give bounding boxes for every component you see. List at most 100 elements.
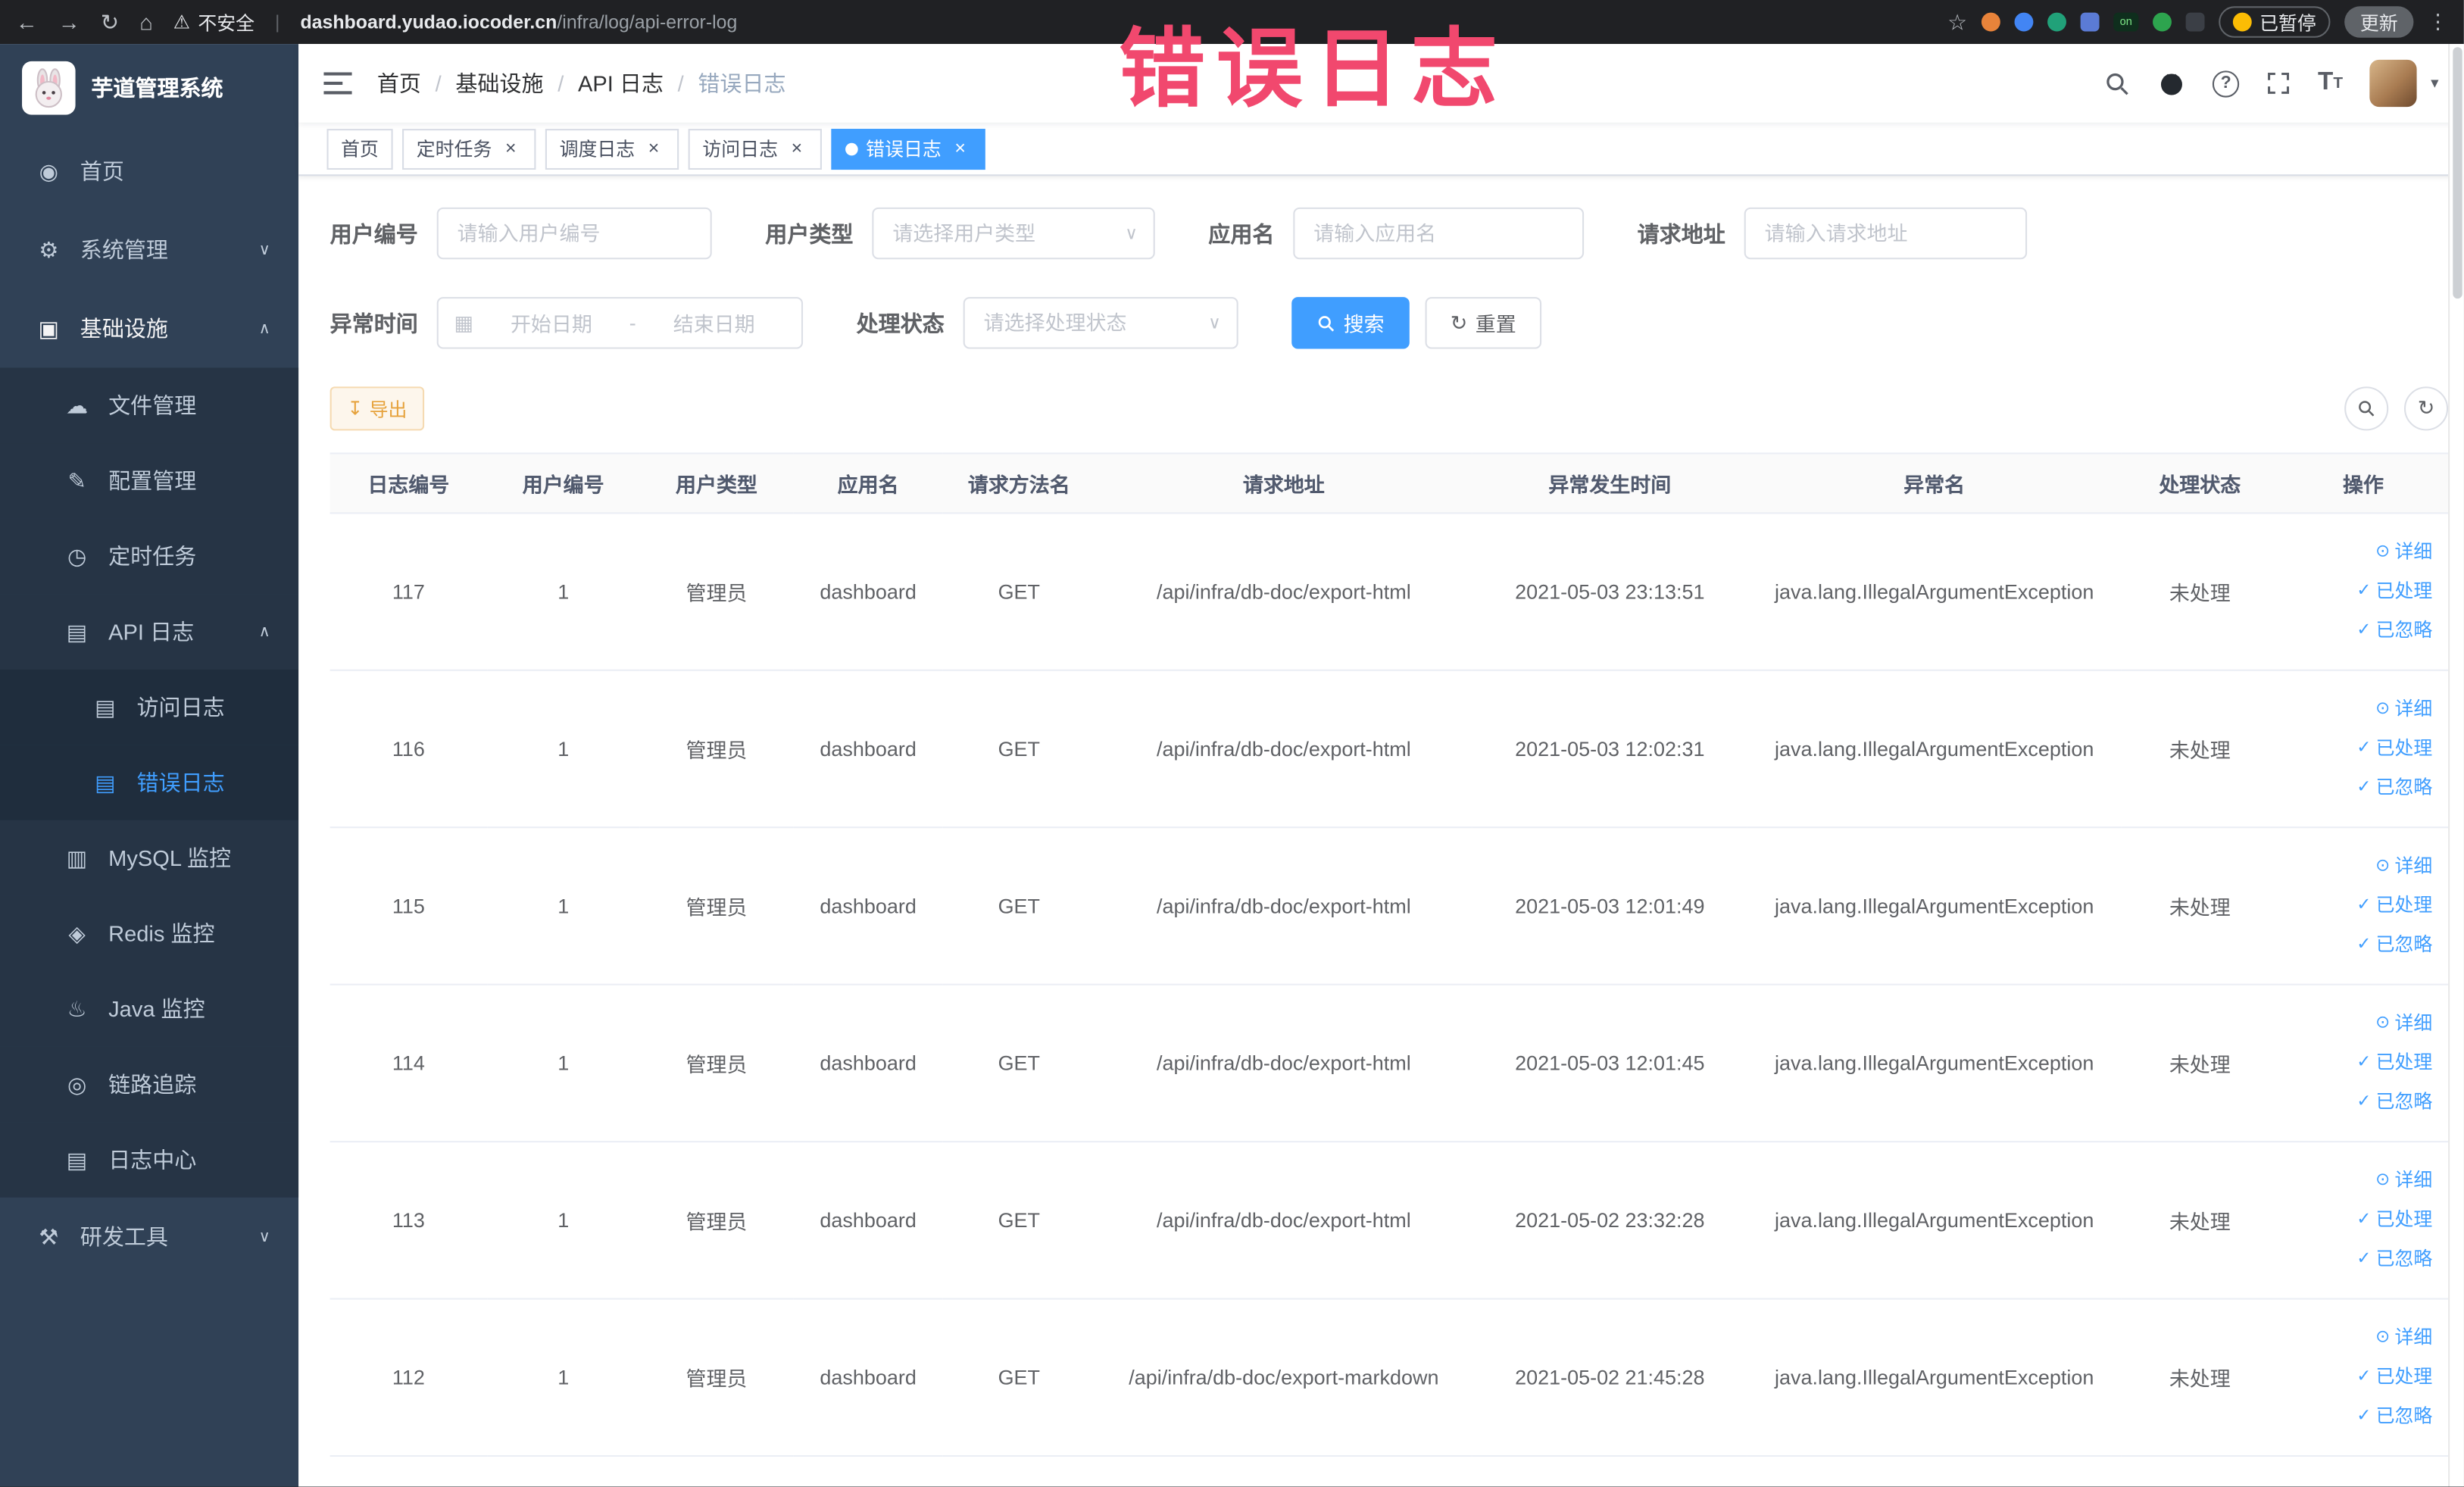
- page-scrollbar[interactable]: [2448, 44, 2464, 1487]
- sidebar-item-home[interactable]: ◉ 首页: [0, 132, 298, 211]
- detail-link[interactable]: ⊙ 详细: [2284, 1161, 2432, 1201]
- processed-link[interactable]: ✓ 已处理: [2284, 1043, 2432, 1082]
- forward-icon[interactable]: →: [58, 9, 80, 34]
- breadcrumb-item[interactable]: 基础设施: [455, 67, 543, 98]
- processed-label: 已处理: [2375, 1051, 2433, 1073]
- extension-icon-teal[interactable]: [2047, 12, 2066, 32]
- processed-link[interactable]: ✓ 已处理: [2284, 1357, 2432, 1397]
- processed-link[interactable]: ✓ 已处理: [2284, 729, 2432, 769]
- avatar-caret-icon[interactable]: ▾: [2431, 75, 2438, 92]
- toggle-search-button[interactable]: [2344, 386, 2389, 431]
- sidebar-item-config-manage[interactable]: ✎ 配置管理: [0, 443, 299, 519]
- detail-link[interactable]: ⊙ 详细: [2284, 1004, 2432, 1044]
- ignored-link[interactable]: ✓ 已忽略: [2284, 926, 2432, 965]
- detail-link[interactable]: ⊙ 详细: [2284, 533, 2432, 572]
- extension-icon-green[interactable]: [2153, 12, 2172, 32]
- tab-access-log[interactable]: 访问日志 ×: [688, 128, 823, 170]
- detail-link[interactable]: ⊙ 详细: [2284, 1319, 2432, 1358]
- ignored-link[interactable]: ✓ 已忽略: [2284, 611, 2432, 651]
- app-name-input[interactable]: [1310, 220, 1567, 247]
- tab-home[interactable]: 首页: [326, 128, 393, 170]
- detail-label: 详细: [2394, 1326, 2433, 1348]
- tab-scheduled-jobs[interactable]: 定时任务 ×: [402, 128, 536, 170]
- filter-label: 请求地址: [1637, 220, 1725, 246]
- ignored-link[interactable]: ✓ 已忽略: [2284, 768, 2432, 808]
- paused-badge[interactable]: 已暂停: [2219, 6, 2331, 38]
- sidebar-item-file-manage[interactable]: ☁ 文件管理: [0, 367, 299, 444]
- avatar[interactable]: [2369, 59, 2417, 108]
- user-type-select-input[interactable]: [889, 220, 1116, 247]
- breadcrumb-item[interactable]: API 日志: [578, 67, 664, 98]
- font-size-icon[interactable]: TT: [2318, 69, 2343, 97]
- sidebar-toggle-icon[interactable]: [298, 72, 377, 95]
- ignored-link[interactable]: ✓ 已忽略: [2284, 1397, 2432, 1436]
- user-type-select[interactable]: ∨: [872, 207, 1155, 260]
- scrollbar-thumb[interactable]: [2453, 47, 2462, 299]
- extension-icon-dark[interactable]: [2185, 12, 2205, 32]
- github-icon[interactable]: [2157, 69, 2185, 97]
- address-bar[interactable]: dashboard.yudao.iocoder.cn /infra/log/ap…: [300, 11, 737, 33]
- tab-schedule-log[interactable]: 调度日志 ×: [545, 128, 679, 170]
- request-url-input[interactable]: [1761, 220, 2010, 247]
- ignored-label: 已忽略: [2375, 1404, 2433, 1427]
- close-icon[interactable]: ×: [500, 136, 522, 160]
- document-icon: ▤: [95, 693, 116, 720]
- extension-icon-blue[interactable]: [2014, 12, 2034, 32]
- user-id-input[interactable]: [454, 220, 695, 247]
- browser-menu-icon[interactable]: ⋮: [2428, 9, 2448, 34]
- sidebar-item-access-log[interactable]: ▤ 访问日志: [0, 669, 299, 745]
- sidebar-item-redis-monitor[interactable]: ◈ Redis 监控: [0, 895, 299, 972]
- sidebar-item-log-center[interactable]: ▤ 日志中心: [0, 1122, 299, 1198]
- sidebar-item-infra[interactable]: ▣ 基础设施 ∧: [0, 289, 298, 368]
- search-button[interactable]: 搜索: [1291, 297, 1410, 349]
- processed-link[interactable]: ✓ 已处理: [2284, 572, 2432, 611]
- close-icon[interactable]: ×: [643, 136, 665, 160]
- app-logo[interactable]: 芋道管理系统: [0, 44, 298, 132]
- bookmark-star-icon[interactable]: ☆: [1947, 8, 1967, 35]
- sidebar-item-system[interactable]: ⚙ 系统管理 ∨: [0, 211, 298, 289]
- processed-link[interactable]: ✓ 已处理: [2284, 1201, 2432, 1240]
- close-icon[interactable]: ×: [785, 136, 807, 160]
- ignored-link[interactable]: ✓ 已忽略: [2284, 1082, 2432, 1122]
- cell-user-type: 管理员: [639, 513, 794, 671]
- process-status-select-input[interactable]: [980, 309, 1199, 336]
- tab-error-log[interactable]: 错误日志 ×: [831, 128, 985, 170]
- extension-on-badge[interactable]: on: [2113, 12, 2139, 32]
- end-date-placeholder: 结束日期: [673, 312, 755, 336]
- close-icon[interactable]: ×: [949, 136, 971, 160]
- sidebar-item-java-monitor[interactable]: ♨ Java 监控: [0, 971, 299, 1047]
- sidebar-item-devtools[interactable]: ⚒ 研发工具 ∨: [0, 1198, 298, 1276]
- export-button[interactable]: ↧ 导出: [329, 386, 425, 431]
- back-icon[interactable]: ←: [16, 9, 38, 34]
- search-icon[interactable]: [2104, 70, 2131, 96]
- sidebar-item-scheduled-jobs[interactable]: ◷ 定时任务: [0, 518, 299, 595]
- breadcrumb-separator: /: [677, 70, 684, 96]
- browser-home-icon[interactable]: ⌂: [139, 9, 153, 34]
- ignored-link[interactable]: ✓ 已忽略: [2284, 1240, 2432, 1279]
- filter-label: 处理状态: [856, 310, 945, 336]
- processed-link[interactable]: ✓ 已处理: [2284, 886, 2432, 926]
- sidebar-item-trace[interactable]: ◎ 链路追踪: [0, 1046, 299, 1123]
- sidebar-item-label: Redis 监控: [108, 920, 215, 946]
- help-icon[interactable]: ?: [2213, 70, 2240, 97]
- breadcrumb-item[interactable]: 首页: [377, 67, 421, 98]
- sidebar-item-mysql-monitor[interactable]: ▥ MySQL 监控: [0, 820, 299, 896]
- site-security-chip[interactable]: ⚠ 不安全: [173, 8, 255, 35]
- fullscreen-icon[interactable]: [2266, 70, 2291, 95]
- reset-button[interactable]: ↻ 重置: [1425, 297, 1541, 349]
- extension-icon-orange[interactable]: [1981, 12, 2000, 32]
- sidebar-item-label: 研发工具: [80, 1224, 168, 1250]
- sidebar-item-api-log[interactable]: ▤ API 日志 ∧: [0, 594, 299, 670]
- refresh-table-button[interactable]: ↻: [2403, 386, 2449, 431]
- detail-link[interactable]: ⊙ 详细: [2284, 847, 2432, 886]
- user-id-input-wrap: [436, 207, 712, 260]
- sidebar-item-error-log[interactable]: ▤ 错误日志: [0, 745, 299, 820]
- check-icon: ✓: [2356, 935, 2372, 954]
- browser-update-button[interactable]: 更新: [2344, 6, 2414, 38]
- extensions-grid-icon[interactable]: [2080, 12, 2100, 32]
- reload-icon[interactable]: ↻: [101, 8, 119, 35]
- detail-link[interactable]: ⊙ 详细: [2284, 690, 2432, 729]
- filter-exception-time: 异常时间 ▦ 开始日期 - 结束日期: [330, 297, 804, 349]
- date-range-picker[interactable]: ▦ 开始日期 - 结束日期: [436, 297, 804, 349]
- process-status-select[interactable]: ∨: [963, 297, 1238, 349]
